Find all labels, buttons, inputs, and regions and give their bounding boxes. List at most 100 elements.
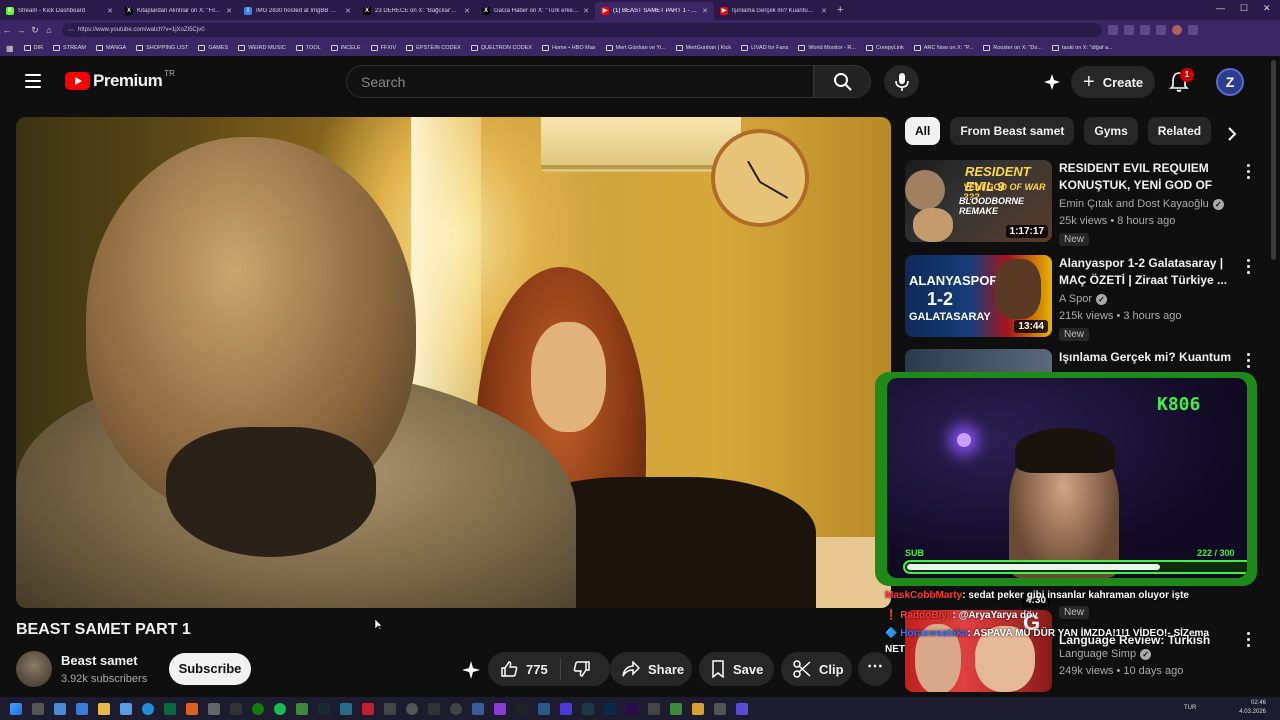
- recommendation-item[interactable]: G Language Review: Turkish Language Simp…: [905, 610, 1255, 695]
- app-icon[interactable]: [736, 702, 748, 715]
- app-icon[interactable]: [560, 702, 572, 715]
- bookmark-item[interactable]: GAMES: [198, 45, 228, 51]
- chip-related[interactable]: Related: [1147, 117, 1212, 145]
- file-explorer-icon[interactable]: [98, 702, 110, 715]
- bookmark-item[interactable]: INCELE: [330, 45, 361, 51]
- ask-ai-icon[interactable]: [460, 659, 482, 681]
- voice-search-button[interactable]: [884, 65, 919, 98]
- close-tab-icon[interactable]: ✕: [107, 7, 113, 15]
- create-button[interactable]: + Create: [1071, 66, 1155, 98]
- chip-all[interactable]: All: [905, 117, 941, 145]
- keyboard-language[interactable]: TUR: [1184, 705, 1196, 711]
- page-scrollbar[interactable]: [1271, 60, 1276, 260]
- apps-grid-icon[interactable]: ▦: [6, 44, 14, 53]
- close-tab-icon[interactable]: ✕: [226, 7, 232, 15]
- video-thumbnail[interactable]: ALANYASPOR 1-2 GALATASARAY 13:44: [905, 255, 1052, 337]
- app-icon[interactable]: [428, 702, 440, 715]
- bookmark-item[interactable]: DIR: [23, 45, 43, 51]
- audition-icon[interactable]: [582, 702, 594, 715]
- app-icon[interactable]: [714, 702, 726, 715]
- close-tab-icon[interactable]: ✕: [464, 7, 470, 15]
- video-thumbnail[interactable]: RESIDENT EVIL 9 YENİ GOD OF WAR ??? BLOO…: [905, 160, 1052, 242]
- home-icon[interactable]: ⌂: [42, 25, 56, 35]
- bookmark-item[interactable]: taoki on X: "diğaf a...: [1052, 45, 1113, 51]
- bookmark-item[interactable]: World Monitor - R...: [798, 45, 856, 51]
- dislike-button[interactable]: [561, 652, 603, 686]
- premiere-icon[interactable]: [626, 702, 638, 715]
- site-info-icon[interactable]: ⋯: [68, 27, 74, 34]
- account-avatar[interactable]: Z: [1216, 68, 1244, 96]
- new-tab-icon[interactable]: +: [837, 4, 843, 16]
- ask-ai-icon[interactable]: [1042, 72, 1062, 92]
- bookmark-item[interactable]: Home • HBO Max: [542, 45, 596, 51]
- channel-avatar[interactable]: [16, 651, 52, 687]
- clip-button[interactable]: Clip: [781, 652, 852, 686]
- back-icon[interactable]: ←: [0, 25, 14, 35]
- recommendation-title[interactable]: Alanyaspor 1-2 Galatasaray | MAÇ ÖZETİ |…: [1059, 255, 1237, 289]
- browser-tab[interactable]: X Kitaplardan Alıntılar on X: "Filozof...…: [119, 2, 238, 20]
- app-icon[interactable]: [208, 702, 220, 715]
- search-button[interactable]: [814, 65, 871, 98]
- minimize-icon[interactable]: —: [1216, 3, 1225, 13]
- photoshop-icon[interactable]: [604, 702, 616, 715]
- kebab-menu-icon[interactable]: [1247, 632, 1251, 647]
- share-button[interactable]: Share: [610, 652, 692, 686]
- steam-icon[interactable]: [318, 702, 330, 715]
- browser-tab[interactable]: I IMG 2830 hosted at ImgBB — Img... ✕: [238, 2, 357, 20]
- kebab-menu-icon[interactable]: [1247, 259, 1251, 274]
- recommendation-title[interactable]: Işınlama Gerçek mi? Kuantum: [1059, 349, 1237, 366]
- subscribe-button[interactable]: Subscribe: [169, 653, 251, 685]
- app-icon[interactable]: [362, 702, 374, 715]
- search-icon[interactable]: [32, 702, 44, 715]
- app-icon[interactable]: [296, 702, 308, 715]
- app-icon[interactable]: [120, 702, 132, 715]
- video-player[interactable]: [16, 117, 891, 608]
- youtube-logo[interactable]: Premium TR: [65, 69, 175, 91]
- system-clock[interactable]: 02:46 4.03.2026: [1239, 699, 1266, 717]
- app-icon[interactable]: [538, 702, 550, 715]
- app-icon[interactable]: [692, 702, 704, 715]
- like-button[interactable]: 775: [488, 652, 560, 686]
- bookmark-item[interactable]: Rooster on X: "Do...: [983, 45, 1042, 51]
- app-icon[interactable]: [164, 702, 176, 715]
- spotify-icon[interactable]: [274, 702, 286, 715]
- bookmark-item[interactable]: FFXIV: [370, 45, 396, 51]
- more-actions-button[interactable]: ⋯: [858, 652, 892, 686]
- browser-tab[interactable]: ▶ (1) BEAST SAMET PART 1 - YouTube ✕: [595, 2, 714, 20]
- bookmark-item[interactable]: LIVAD for Fans: [741, 45, 788, 51]
- recommendation-channel[interactable]: Language Simp ✓: [1059, 648, 1152, 660]
- browser-tab[interactable]: X GaGa Haber on X: "Türk erkekleri... ✕: [476, 2, 595, 20]
- app-icon[interactable]: [472, 702, 484, 715]
- app-icon[interactable]: [516, 702, 528, 715]
- edge-icon[interactable]: [142, 702, 154, 715]
- browser-tab[interactable]: ▶ Işınlama Gerçek mi? Kuantum Ceva... ✕: [714, 2, 833, 20]
- recommendation-channel[interactable]: Emin Çıtak and Dost Kayaoğlu ✓: [1059, 198, 1224, 210]
- app-icon[interactable]: [648, 702, 660, 715]
- close-tab-icon[interactable]: ✕: [583, 7, 589, 15]
- search-input[interactable]: Search: [346, 65, 814, 98]
- recommendation-item[interactable]: ALANYASPOR 1-2 GALATASARAY 13:44 Alanyas…: [905, 255, 1255, 341]
- app-icon[interactable]: [76, 702, 88, 715]
- browser-tab[interactable]: K Stream - Kick Dashboard ✕: [0, 2, 119, 20]
- save-button[interactable]: Save: [699, 652, 774, 686]
- recommendation-title[interactable]: RESIDENT EVIL REQUIEM KONUŞTUK, YENİ GOD…: [1059, 160, 1237, 194]
- extension-icon[interactable]: [1140, 25, 1150, 35]
- browser-tab[interactable]: X 23 DERECE on X: "Bağcılar'da döv... ✕: [357, 2, 476, 20]
- task-view-icon[interactable]: [54, 702, 66, 715]
- recommendation-item[interactable]: RESIDENT EVIL 9 YENİ GOD OF WAR ??? BLOO…: [905, 160, 1255, 246]
- close-tab-icon[interactable]: ✕: [821, 7, 827, 15]
- menu-icon[interactable]: [1188, 25, 1198, 35]
- kebab-menu-icon[interactable]: [1247, 353, 1251, 368]
- address-input[interactable]: ⋯ https://www.youtube.com/watch?v=1jXoZt…: [62, 23, 1102, 37]
- app-icon[interactable]: [670, 702, 682, 715]
- bookmark-item[interactable]: SHOPPING LIST: [136, 45, 188, 51]
- chip-gyms[interactable]: Gyms: [1084, 117, 1138, 145]
- bookmark-item[interactable]: WEIRD MUSIC: [238, 45, 286, 51]
- profile-icon[interactable]: [1172, 25, 1182, 35]
- bookmark-item[interactable]: STREAM: [53, 45, 86, 51]
- app-icon[interactable]: [340, 702, 352, 715]
- kebab-menu-icon[interactable]: [1247, 164, 1251, 179]
- bookmark-item[interactable]: TOOL: [295, 45, 321, 51]
- close-icon[interactable]: ✕: [1263, 3, 1271, 14]
- forward-icon[interactable]: →: [14, 25, 28, 35]
